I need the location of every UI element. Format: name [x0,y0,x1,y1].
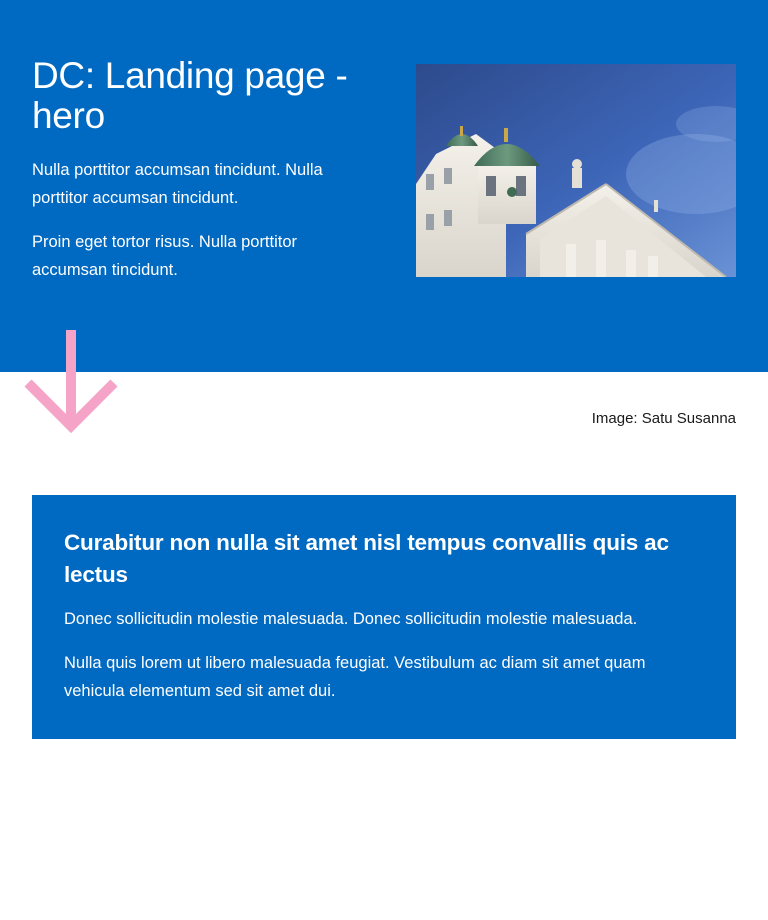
hero-title: DC: Landing page - hero [32,55,348,136]
content-paragraph-2: Nulla quis lorem ut libero malesuada feu… [64,654,646,700]
hero-text: DC: Landing page - hero Nulla porttitor … [32,56,372,300]
landing-page: DC: Landing page - hero Nulla porttitor … [0,0,768,920]
image-caption: Image: Satu Susanna [591,410,736,427]
content-title: Curabitur non nulla sit amet nisl tempus… [64,530,669,587]
content-paragraph-1: Donec sollicitudin molestie malesuada. D… [64,610,638,628]
hero-paragraph-1: Nulla porttitor accumsan tincidunt. Null… [32,161,323,207]
content-box: Curabitur non nulla sit amet nisl tempus… [32,495,736,739]
hero-section: DC: Landing page - hero Nulla porttitor … [0,0,768,372]
arrow-down-icon [22,330,122,434]
cathedral-photo-icon [416,64,736,277]
hero-paragraph-2: Proin eget tortor risus. Nulla porttitor… [32,233,298,279]
